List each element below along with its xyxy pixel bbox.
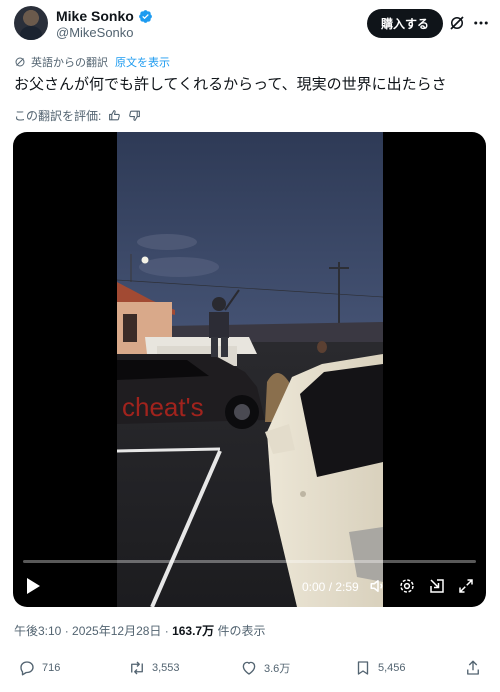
grok-icon[interactable] bbox=[448, 14, 466, 32]
author-name[interactable]: Mike Sonko bbox=[56, 8, 134, 24]
settings-icon[interactable] bbox=[398, 577, 416, 595]
tweet-timestamp[interactable]: 午後3:10 · 2025年12月28日 · bbox=[14, 624, 172, 638]
fullscreen-icon[interactable] bbox=[457, 577, 475, 595]
more-icon[interactable] bbox=[472, 14, 490, 32]
author-name-row[interactable]: Mike Sonko bbox=[56, 8, 153, 24]
action-bar: 716 3,553 3.6万 5,456 bbox=[14, 659, 486, 681]
author-handle[interactable]: @MikeSonko bbox=[56, 25, 134, 40]
thumbs-up-icon[interactable] bbox=[108, 109, 121, 122]
play-icon[interactable] bbox=[25, 577, 41, 595]
avatar[interactable] bbox=[14, 6, 48, 40]
heart-icon bbox=[242, 661, 256, 675]
tweet-header: Mike Sonko @MikeSonko 購入する bbox=[14, 6, 488, 42]
buy-button[interactable]: 購入する bbox=[367, 9, 443, 38]
bookmark-icon bbox=[357, 661, 369, 675]
translate-icon bbox=[15, 57, 25, 67]
reply-icon bbox=[20, 661, 34, 676]
translation-info: 英語からの翻訳 原文を表示 bbox=[14, 54, 170, 70]
video-controls: 0:00 / 2:59 bbox=[13, 572, 486, 602]
like-count: 3.6万 bbox=[264, 663, 291, 675]
rate-translation: この翻訳を評価: bbox=[14, 107, 141, 124]
verified-badge-icon bbox=[138, 9, 152, 23]
repost-count: 3,553 bbox=[152, 662, 180, 674]
reply-button[interactable]: 716 bbox=[18, 659, 60, 677]
bookmark-button[interactable]: 5,456 bbox=[354, 659, 406, 677]
views-count: 163.7万 bbox=[172, 624, 215, 638]
show-original-link[interactable]: 原文を表示 bbox=[115, 54, 170, 70]
tweet-meta: 午後3:10 · 2025年12月28日 · 163.7万 件の表示 bbox=[14, 622, 265, 639]
translation-label: 英語からの翻訳 bbox=[31, 57, 108, 69]
bookmark-count: 5,456 bbox=[378, 662, 406, 674]
rate-translation-label: この翻訳を評価: bbox=[14, 109, 102, 123]
reply-count: 716 bbox=[42, 662, 61, 674]
share-icon bbox=[467, 660, 479, 675]
repost-button[interactable]: 3,553 bbox=[128, 659, 180, 677]
like-button[interactable]: 3.6万 bbox=[240, 659, 290, 677]
video-frame[interactable]: cheat's bbox=[117, 132, 383, 607]
graffiti-text: cheat's bbox=[122, 392, 204, 422]
video-player[interactable]: cheat's 0:00 / 2:59 bbox=[13, 132, 486, 607]
video-time: 0:00 / 2:59 bbox=[302, 580, 359, 594]
repost-icon bbox=[131, 661, 143, 675]
views-label: 件の表示 bbox=[214, 624, 266, 638]
video-progress-bar[interactable] bbox=[23, 560, 476, 563]
tweet-text: お父さんが何でも許してくれるからって、現実の世界に出たらさ bbox=[14, 76, 447, 93]
thumbs-down-icon[interactable] bbox=[128, 109, 141, 122]
share-button[interactable] bbox=[464, 659, 482, 677]
volume-icon[interactable] bbox=[369, 577, 387, 595]
pip-icon[interactable] bbox=[428, 577, 446, 595]
